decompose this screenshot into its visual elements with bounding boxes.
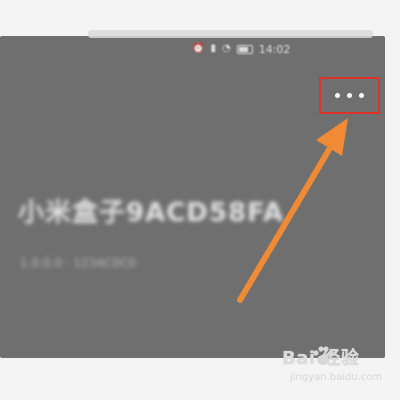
battery-icon [236,44,253,54]
device-title: 小米盒子9ACD58FA [18,198,284,228]
screenshot-stage: ⏰ ▮ ◔ 14:02 小米盒子9ACD58FA 1.0.0.0 · 1234C… [0,0,400,400]
more-options-button[interactable] [319,77,380,114]
alarm-icon: ⏰ [192,43,205,54]
device-subtitle: 1.0.0.0 · 1234C0C0 [20,256,136,270]
more-dots-icon [335,93,340,98]
watermark: Bai 经验 jingyan.baidu.com [282,344,394,394]
top-strip [88,30,373,38]
paw-icon [313,346,334,365]
more-dots-icon [347,93,352,98]
watermark-url: jingyan.baidu.com [290,372,383,383]
signal-icon: ▮ [210,43,216,54]
status-bar: ⏰ ▮ ◔ 14:02 [192,42,290,56]
more-dots-icon [359,93,364,98]
status-time: 14:02 [258,42,291,56]
wifi-icon: ◔ [221,43,231,54]
